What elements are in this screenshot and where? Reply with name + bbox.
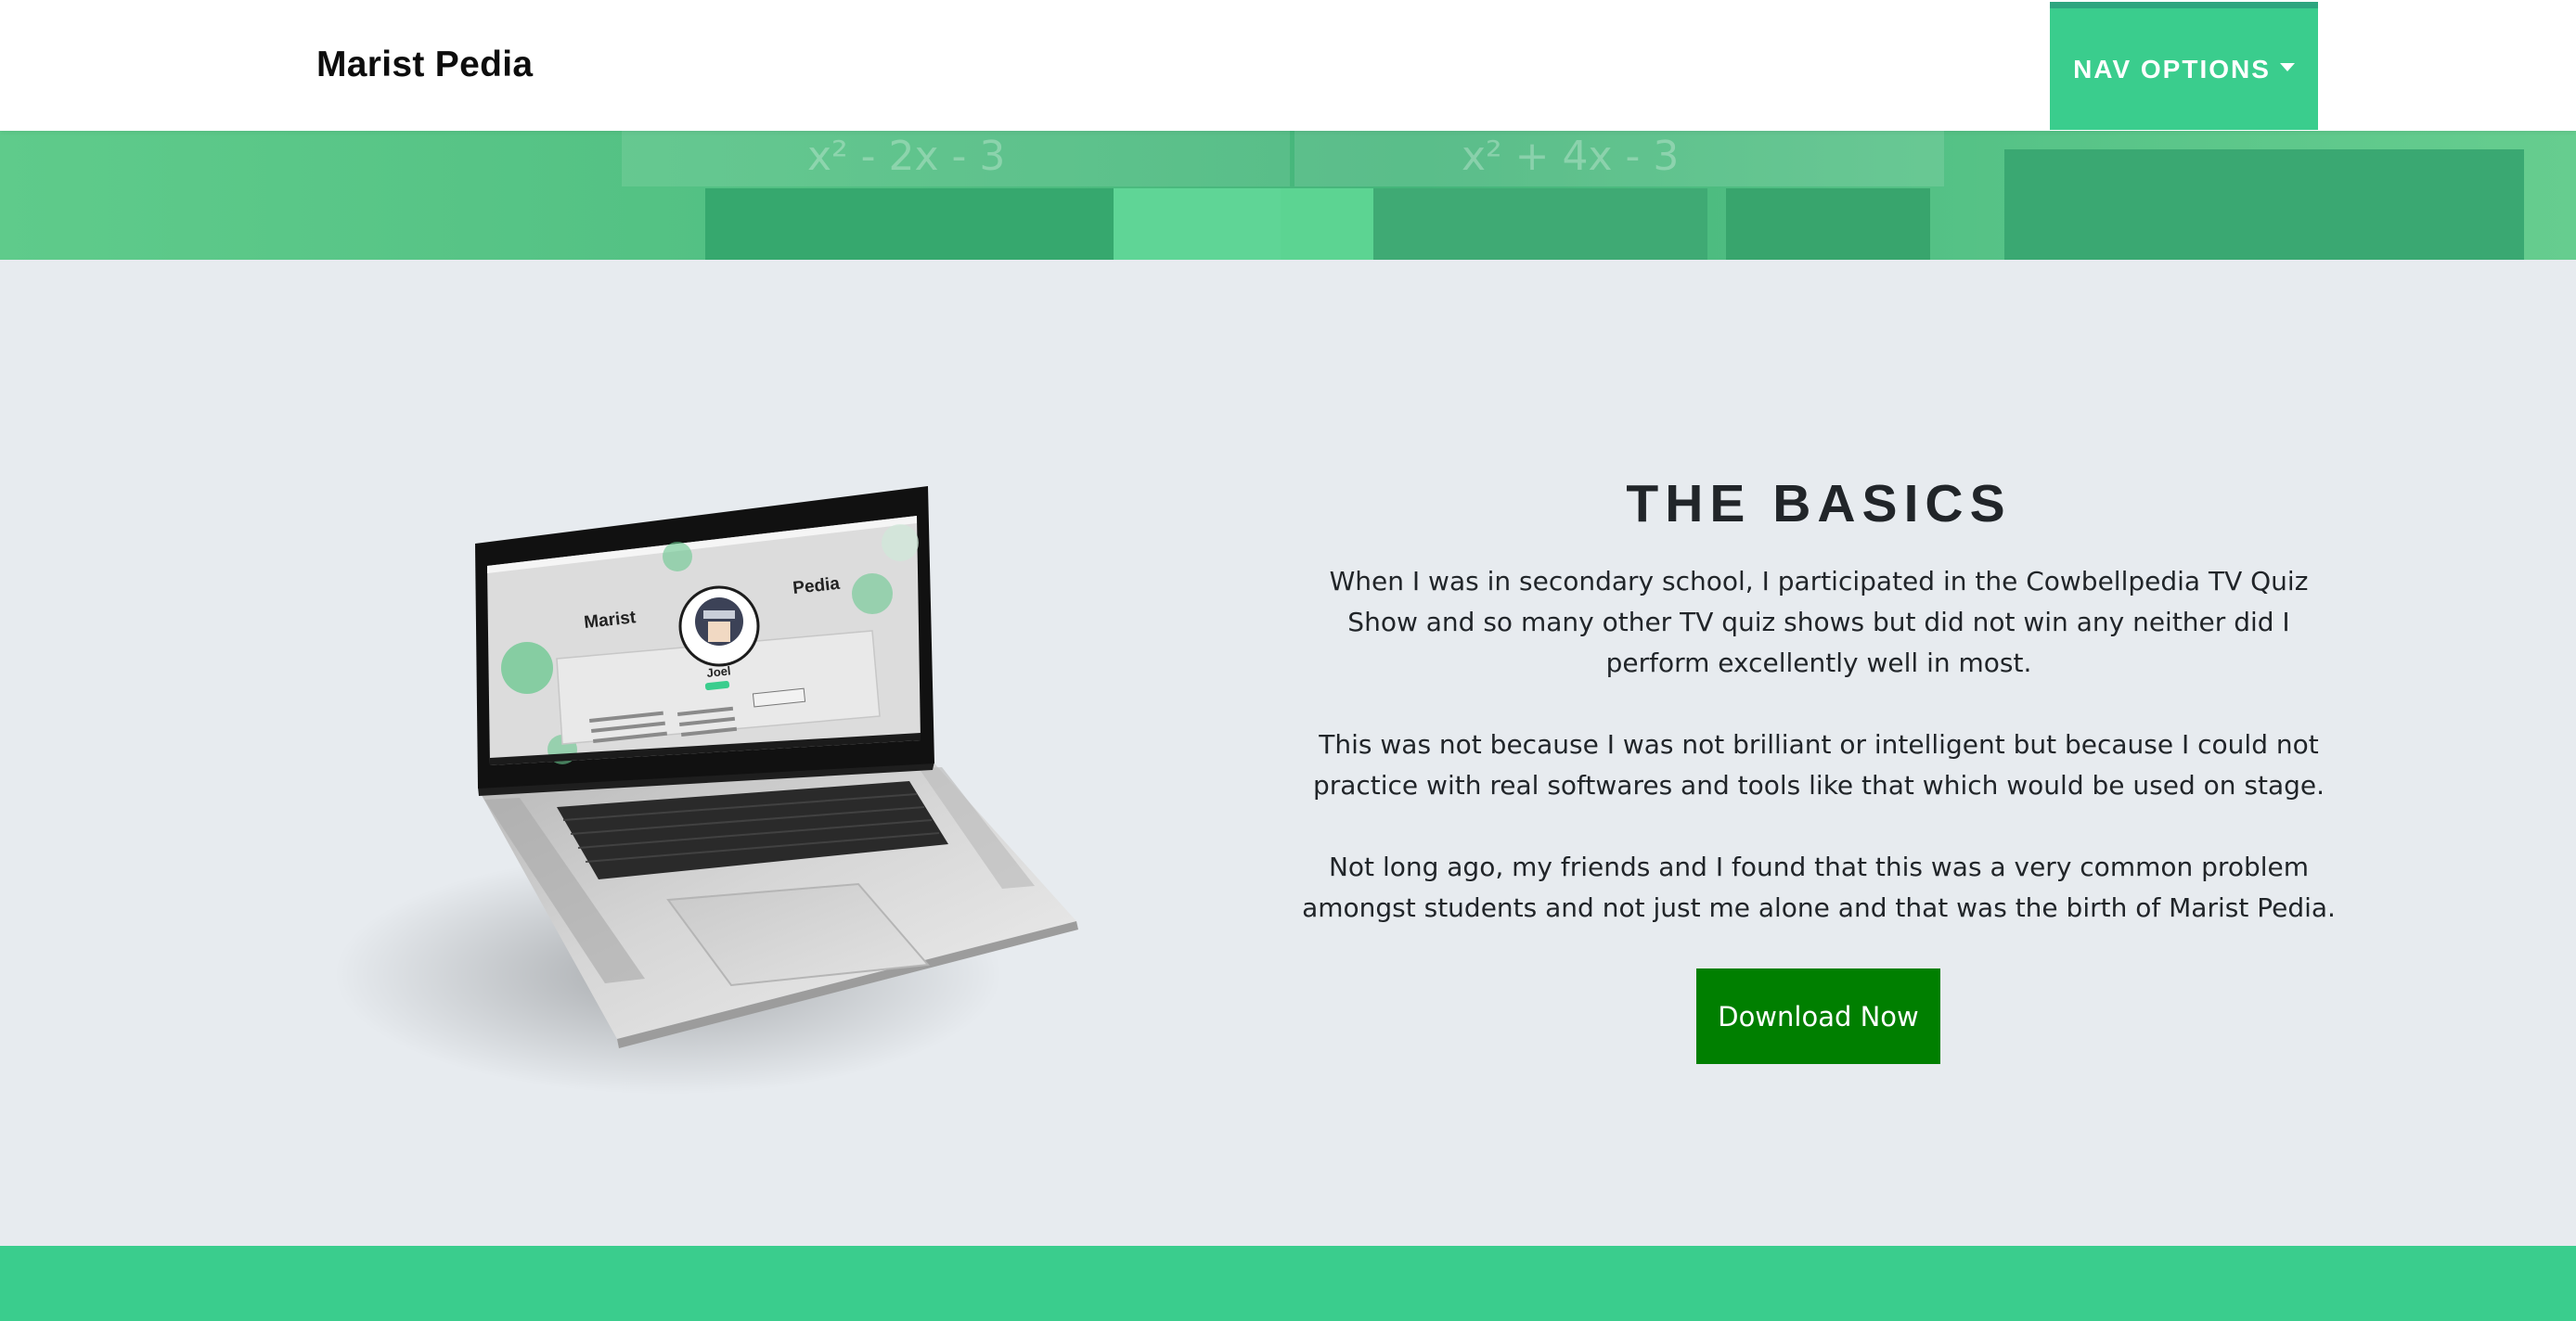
footer-band <box>0 1246 2576 1321</box>
download-now-button[interactable]: Download Now <box>1696 968 1940 1064</box>
brand-logo[interactable]: Marist Pedia <box>316 45 533 85</box>
hero-banner-image: x² - 2x - 3 x² + 4x - 3 <box>0 131 2576 260</box>
nav-options-dropdown[interactable]: NAV OPTIONS <box>2050 2 2318 130</box>
laptop-illustration: Marist Pedia Joel <box>334 486 1078 1095</box>
nav-options-label: NAV OPTIONS <box>2073 54 2271 83</box>
board-equation-right: x² + 4x - 3 <box>1462 133 1680 180</box>
top-navbar: Marist Pedia NAV OPTIONS <box>0 0 2576 131</box>
reason-paragraph: This was not because I was not brilliant… <box>1312 729 2325 801</box>
section-title: THE BASICS <box>1626 474 2012 533</box>
laptop-screen-user-name: Joel <box>706 663 731 680</box>
intro-paragraph: When I was in secondary school, I partic… <box>1329 566 2309 678</box>
board-equation-left: x² - 2x - 3 <box>807 133 1006 180</box>
caret-down-icon <box>2279 63 2295 71</box>
origin-paragraph: Not long ago, my friends and I found tha… <box>1302 852 2336 923</box>
